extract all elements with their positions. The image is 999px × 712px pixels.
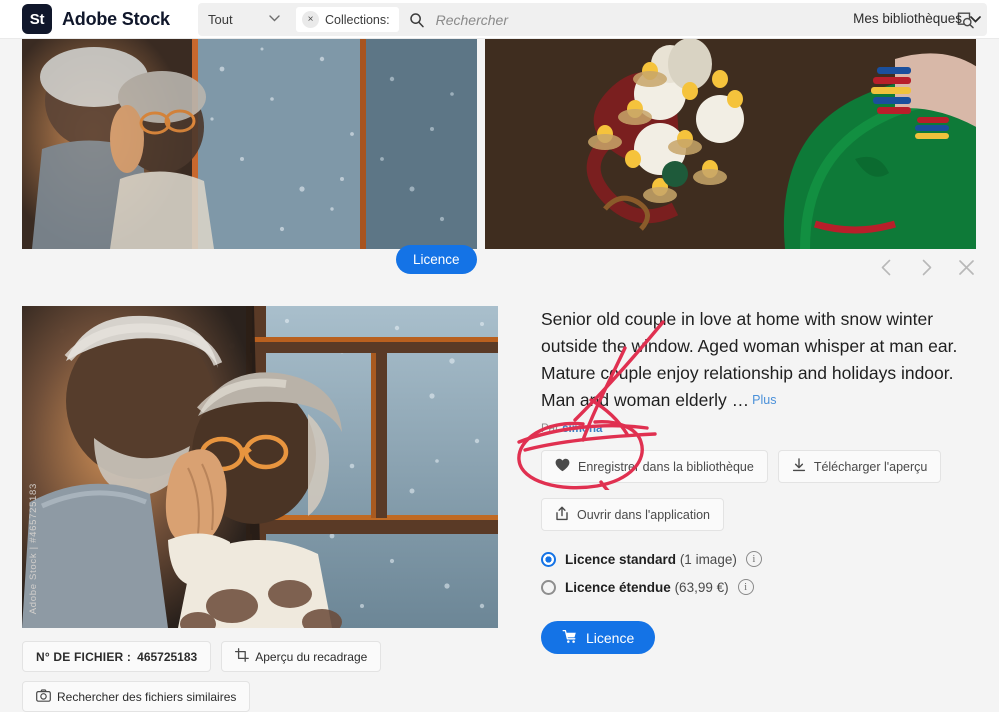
collections-chip[interactable]: × Collections: xyxy=(296,7,399,32)
adobe-stock-icon: St xyxy=(22,4,52,34)
find-similar-label: Rechercher des fichiers similaires xyxy=(57,689,237,704)
search-scope-label: Tout xyxy=(208,12,233,27)
related-thumbnail-strip: Licence xyxy=(0,39,999,274)
brand-title: Adobe Stock xyxy=(62,8,170,29)
thumbnail-licence-button[interactable]: Licence xyxy=(396,245,477,274)
license-options: Licence standard (1 image) i Licence éte… xyxy=(541,551,981,595)
chevron-down-icon xyxy=(970,11,981,26)
file-number-value: 465725183 xyxy=(137,649,198,664)
search-input[interactable] xyxy=(433,10,868,29)
asset-action-row-2: Ouvrir dans l'application xyxy=(541,498,981,531)
brand-logo[interactable]: St Adobe Stock xyxy=(22,4,170,34)
thumbnail-senior-couple[interactable] xyxy=(22,39,477,249)
more-link[interactable]: Plus xyxy=(752,393,776,407)
heart-icon xyxy=(555,458,570,475)
license-option-extended[interactable]: Licence étendue (63,99 €) i xyxy=(541,579,981,595)
search-scope-select[interactable]: Tout xyxy=(198,3,290,36)
radio-extended[interactable] xyxy=(541,579,556,595)
license-standard-text: Licence standard (1 image) xyxy=(565,552,737,567)
file-number-label: N° DE FICHIER : xyxy=(36,649,132,664)
find-similar-button[interactable]: Rechercher des fichiers similaires xyxy=(22,681,251,712)
save-to-library-button[interactable]: Enregistrer dans la bibliothèque xyxy=(541,450,768,483)
file-actions-bar: N° DE FICHIER : 465725183 Aperçu du reca… xyxy=(22,641,382,712)
hero-image[interactable]: Adobe Stock | #465725183 xyxy=(22,306,498,628)
license-option-standard[interactable]: Licence standard (1 image) i xyxy=(541,551,981,567)
collections-chip-label: Collections: xyxy=(325,12,390,27)
cart-icon xyxy=(562,629,577,647)
file-number-button[interactable]: N° DE FICHIER : 465725183 xyxy=(22,641,212,672)
close-icon[interactable] xyxy=(955,256,977,278)
info-icon[interactable]: i xyxy=(737,579,754,595)
thumbnail-diwali-rangoli[interactable] xyxy=(485,39,976,249)
crop-icon xyxy=(235,648,250,665)
my-libraries-menu[interactable]: Mes bibliothèques xyxy=(853,11,981,26)
author-link[interactable]: simona xyxy=(562,423,602,435)
app-header: St Adobe Stock Tout × Collections: Reche… xyxy=(0,0,999,39)
my-libraries-label: Mes bibliothèques xyxy=(853,11,962,26)
next-arrow-icon[interactable] xyxy=(915,256,937,278)
license-extended-detail: (63,99 €) xyxy=(674,579,729,595)
licence-buy-button[interactable]: Licence xyxy=(541,621,656,654)
asset-description: Senior old couple in love at home with s… xyxy=(541,309,958,410)
asset-description-wrap: Senior old couple in love at home with s… xyxy=(541,306,981,414)
license-standard-name: Licence standard xyxy=(565,551,677,567)
asset-action-row-1: Enregistrer dans la bibliothèque Télécha… xyxy=(541,450,981,483)
carousel-controls xyxy=(875,256,977,278)
download-preview-label: Télécharger l'aperçu xyxy=(813,459,928,474)
info-icon[interactable]: i xyxy=(745,551,762,567)
author-byline: Par simona xyxy=(541,423,981,435)
download-icon xyxy=(792,458,806,475)
license-extended-text: Licence étendue (63,99 €) xyxy=(565,580,729,595)
byline-prefix: Par xyxy=(541,423,559,435)
licence-buy-label: Licence xyxy=(586,629,635,646)
license-extended-name: Licence étendue xyxy=(565,579,671,595)
close-icon[interactable]: × xyxy=(302,11,319,28)
file-actions-row-1: N° DE FICHIER : 465725183 Aperçu du reca… xyxy=(22,641,382,672)
asset-detail-panel: Senior old couple in love at home with s… xyxy=(541,306,981,654)
license-standard-detail: (1 image) xyxy=(679,551,737,567)
prev-arrow-icon[interactable] xyxy=(875,256,897,278)
open-in-app-icon xyxy=(555,506,569,524)
radio-standard[interactable] xyxy=(541,551,556,567)
download-preview-button[interactable]: Télécharger l'aperçu xyxy=(777,450,942,483)
camera-icon xyxy=(36,688,51,705)
search-icon xyxy=(409,12,425,28)
open-in-app-button[interactable]: Ouvrir dans l'application xyxy=(541,498,725,531)
crop-preview-button[interactable]: Aperçu du recadrage xyxy=(221,641,382,672)
stock-watermark: Adobe Stock | #465725183 xyxy=(28,482,39,614)
chevron-down-icon xyxy=(269,14,280,25)
crop-preview-label: Aperçu du recadrage xyxy=(255,649,368,664)
save-to-library-label: Enregistrer dans la bibliothèque xyxy=(578,459,754,474)
open-in-app-label: Ouvrir dans l'application xyxy=(577,507,711,522)
file-actions-row-2: Rechercher des fichiers similaires xyxy=(22,681,381,712)
